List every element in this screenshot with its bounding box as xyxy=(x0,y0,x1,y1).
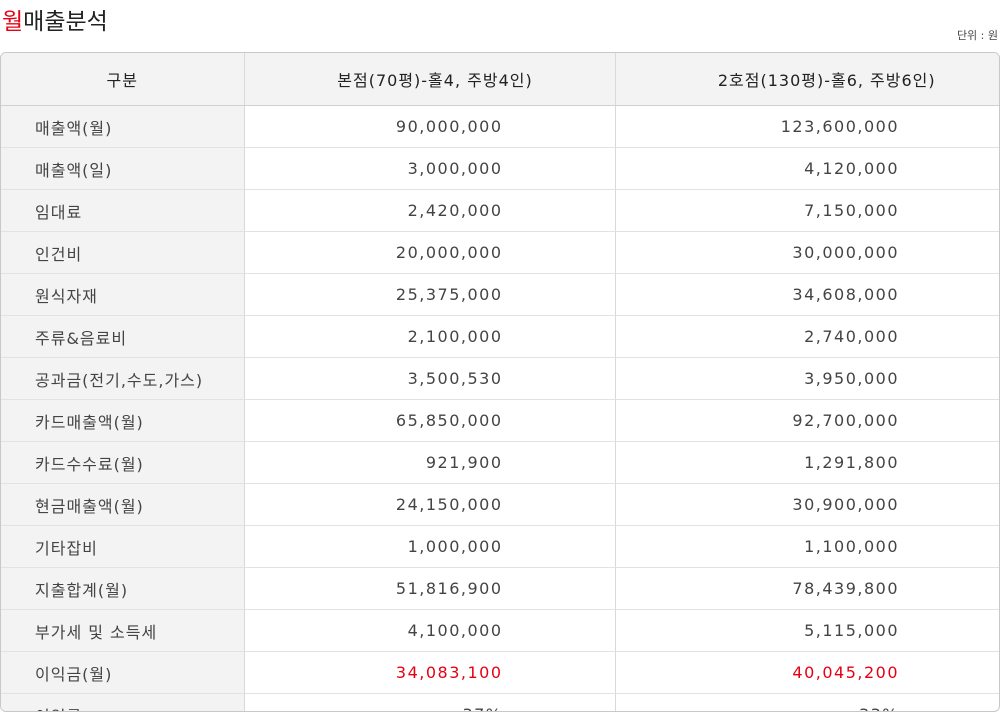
row-label: 주류&음료비 xyxy=(1,315,245,358)
cell-store-main: 1,000,000 xyxy=(244,525,616,568)
table-row: 공과금(전기,수도,가스) 3,500,530 3,950,000 xyxy=(1,357,999,400)
row-label: 기타잡비 xyxy=(1,525,245,568)
cell-store-main: 25,375,000 xyxy=(244,273,616,316)
header-store-second: 2호점(130평)-홀6, 주방6인) xyxy=(615,53,999,106)
row-label: 부가세 및 소득세 xyxy=(1,609,245,652)
cell-store-main: 3,500,530 xyxy=(244,357,616,400)
page-title: 월매출분석 xyxy=(2,6,108,38)
table-row: 이익금(월) 34,083,100 40,045,200 xyxy=(1,651,999,694)
cell-store-main: 51,816,900 xyxy=(244,567,616,610)
cell-store-main: 2,420,000 xyxy=(244,189,616,232)
cell-store-second: 5,115,000 xyxy=(615,609,999,652)
table-row: 매출액(일) 3,000,000 4,120,000 xyxy=(1,147,999,190)
cell-store-second: 30,900,000 xyxy=(615,483,999,526)
cell-store-second: 123,600,000 xyxy=(615,105,999,148)
header-category: 구분 xyxy=(1,53,245,106)
cell-store-main: 921,900 xyxy=(244,441,616,484)
table-row: 부가세 및 소득세 4,100,000 5,115,000 xyxy=(1,609,999,652)
row-label: 카드수수료(월) xyxy=(1,441,245,484)
cell-store-second: 4,120,000 xyxy=(615,147,999,190)
table-row: 현금매출액(월) 24,150,000 30,900,000 xyxy=(1,483,999,526)
row-label: 원식자재 xyxy=(1,273,245,316)
table-row: 인건비 20,000,000 30,000,000 xyxy=(1,231,999,274)
cell-store-second: 1,291,800 xyxy=(615,441,999,484)
cell-store-main: 34,083,100 xyxy=(244,651,616,694)
cell-store-second: 92,700,000 xyxy=(615,399,999,442)
table-row: 이익률37%33% xyxy=(1,693,999,711)
header-store-main: 본점(70평)-홀4, 주방4인) xyxy=(244,53,616,106)
cell-store-second: 30,000,000 xyxy=(615,231,999,274)
sales-analysis-table: 구분 본점(70평)-홀4, 주방4인) 2호점(130평)-홀6, 주방6인)… xyxy=(1,53,999,711)
row-label: 공과금(전기,수도,가스) xyxy=(1,357,245,400)
row-label: 매출액(일) xyxy=(1,147,245,190)
unit-label: 단위 : 원 xyxy=(956,29,998,42)
cell-store-second: 1,100,000 xyxy=(615,525,999,568)
row-label: 이익금(월) xyxy=(1,651,245,694)
table-row: 카드매출액(월) 65,850,000 92,700,000 xyxy=(1,399,999,442)
page-title-text: 매출분석 xyxy=(23,9,108,35)
cell-store-main: 65,850,000 xyxy=(244,399,616,442)
cell-store-main: 20,000,000 xyxy=(244,231,616,274)
cell-store-second: 33% xyxy=(615,694,999,711)
cell-store-second: 3,950,000 xyxy=(615,357,999,400)
row-label: 이익률 xyxy=(1,693,245,711)
row-label: 임대료 xyxy=(1,189,245,232)
cell-store-main: 4,100,000 xyxy=(244,609,616,652)
row-label: 인건비 xyxy=(1,231,245,274)
row-label: 카드매출액(월) xyxy=(1,399,245,442)
table-row: 카드수수료(월) 921,900 1,291,800 xyxy=(1,441,999,484)
cell-store-second: 40,045,200 xyxy=(615,651,999,694)
table-row: 임대료 2,420,000 7,150,000 xyxy=(1,189,999,232)
row-label: 지출합계(월) xyxy=(1,567,245,610)
cell-store-main: 3,000,000 xyxy=(244,147,616,190)
table-row: 지출합계(월) 51,816,900 78,439,800 xyxy=(1,567,999,610)
row-label: 매출액(월) xyxy=(1,105,245,148)
table-row: 주류&음료비 2,100,000 2,740,000 xyxy=(1,315,999,358)
cell-store-main: 24,150,000 xyxy=(244,483,616,526)
cell-store-second: 34,608,000 xyxy=(615,273,999,316)
row-label: 현금매출액(월) xyxy=(1,483,245,526)
table-row: 매출액(월) 90,000,000 123,600,000 xyxy=(1,105,999,148)
cell-store-second: 78,439,800 xyxy=(615,567,999,610)
table-header-row: 구분 본점(70평)-홀4, 주방4인) 2호점(130평)-홀6, 주방6인) xyxy=(1,53,999,106)
cell-store-main: 2,100,000 xyxy=(244,315,616,358)
cell-store-main: 90,000,000 xyxy=(244,105,616,148)
table-row: 기타잡비 1,000,000 1,100,000 xyxy=(1,525,999,568)
cell-store-main: 37% xyxy=(244,693,616,711)
table-row: 원식자재 25,375,000 34,608,000 xyxy=(1,273,999,316)
cell-store-second: 2,740,000 xyxy=(615,315,999,358)
page-title-accent: 월 xyxy=(2,9,24,35)
cell-store-second: 7,150,000 xyxy=(615,189,999,232)
sales-analysis-table-container: 구분 본점(70평)-홀4, 주방4인) 2호점(130평)-홀6, 주방6인)… xyxy=(0,52,1000,712)
